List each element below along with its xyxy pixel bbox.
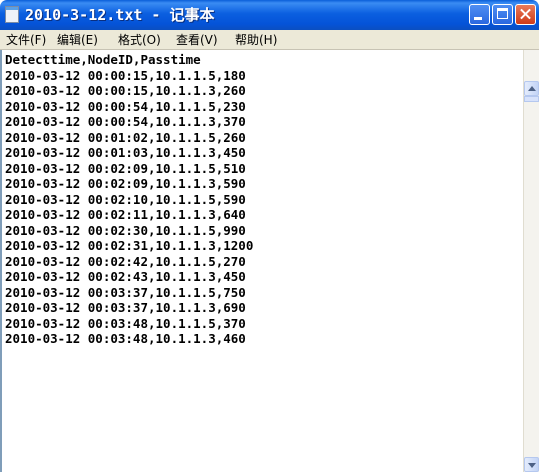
text-line: 2010-03-12 00:03:37,10.1.1.3,690: [5, 300, 246, 315]
text-line: 2010-03-12 00:00:54,10.1.1.5,230: [5, 98, 246, 114]
minimize-button[interactable]: [469, 4, 490, 25]
text-line: 2010-03-12 00:02:43,10.1.1.3,450: [5, 269, 246, 284]
text-line: 2010-03-12 00:00:54,10.1.1.3,370: [5, 114, 246, 129]
menu-format[interactable]: 格式(O): [118, 32, 161, 48]
text-line: 2010-03-12 00:02:31,10.1.1.3,1200: [5, 238, 254, 253]
menu-bar: 文件(F) 编辑(E) 格式(O) 查看(V) 帮助(H): [0, 30, 539, 50]
notepad-icon[interactable]: [5, 6, 19, 23]
text-line: 2010-03-12 00:01:03,10.1.1.3,450: [5, 145, 246, 160]
scroll-down-button[interactable]: [524, 457, 539, 472]
text-line: 2010-03-12 00:02:09,10.1.1.3,590: [5, 176, 246, 191]
chevron-down-icon: [528, 463, 536, 468]
text-line: 2010-03-12 00:03:48,10.1.1.5,370: [5, 315, 246, 331]
menu-file[interactable]: 文件(F): [6, 32, 46, 48]
menu-edit[interactable]: 编辑(E): [57, 32, 98, 48]
close-icon: [516, 5, 535, 24]
scroll-thumb[interactable]: [524, 96, 539, 102]
text-line: 2010-03-12 00:02:30,10.1.1.5,990: [5, 222, 246, 238]
chevron-up-icon: [528, 86, 536, 91]
close-button[interactable]: [515, 4, 536, 25]
window-title: 2010-3-12.txt - 记事本: [25, 6, 215, 24]
maximize-icon: [497, 8, 508, 19]
text-line: 2010-03-12 00:03:37,10.1.1.5,750: [5, 284, 246, 300]
text-line: 2010-03-12 00:02:11,10.1.1.3,640: [5, 207, 246, 222]
text-line: Detecttime,NodeID,Passtime: [5, 52, 201, 67]
text-line: 2010-03-12 00:03:48,10.1.1.3,460: [5, 331, 246, 346]
maximize-button[interactable]: [492, 4, 513, 25]
text-line: 2010-03-12 00:01:02,10.1.1.5,260: [5, 129, 246, 145]
document-text[interactable]: Detecttime,NodeID,Passtime 2010-03-12 00:…: [2, 52, 253, 347]
vertical-scrollbar[interactable]: [523, 50, 539, 472]
text-line: 2010-03-12 00:00:15,10.1.1.3,260: [5, 83, 246, 98]
menu-view[interactable]: 查看(V): [176, 32, 218, 48]
scroll-up-button[interactable]: [524, 81, 539, 96]
menu-help[interactable]: 帮助(H): [235, 32, 277, 48]
text-line: 2010-03-12 00:02:10,10.1.1.5,590: [5, 191, 246, 207]
title-bar[interactable]: 2010-3-12.txt - 记事本: [0, 0, 539, 30]
text-line: 2010-03-12 00:00:15,10.1.1.5,180: [5, 67, 246, 83]
text-editor[interactable]: Detecttime,NodeID,Passtime 2010-03-12 00:…: [0, 50, 523, 472]
minimize-icon: [474, 17, 482, 20]
text-line: 2010-03-12 00:02:09,10.1.1.5,510: [5, 160, 246, 176]
text-line: 2010-03-12 00:02:42,10.1.1.5,270: [5, 253, 246, 269]
